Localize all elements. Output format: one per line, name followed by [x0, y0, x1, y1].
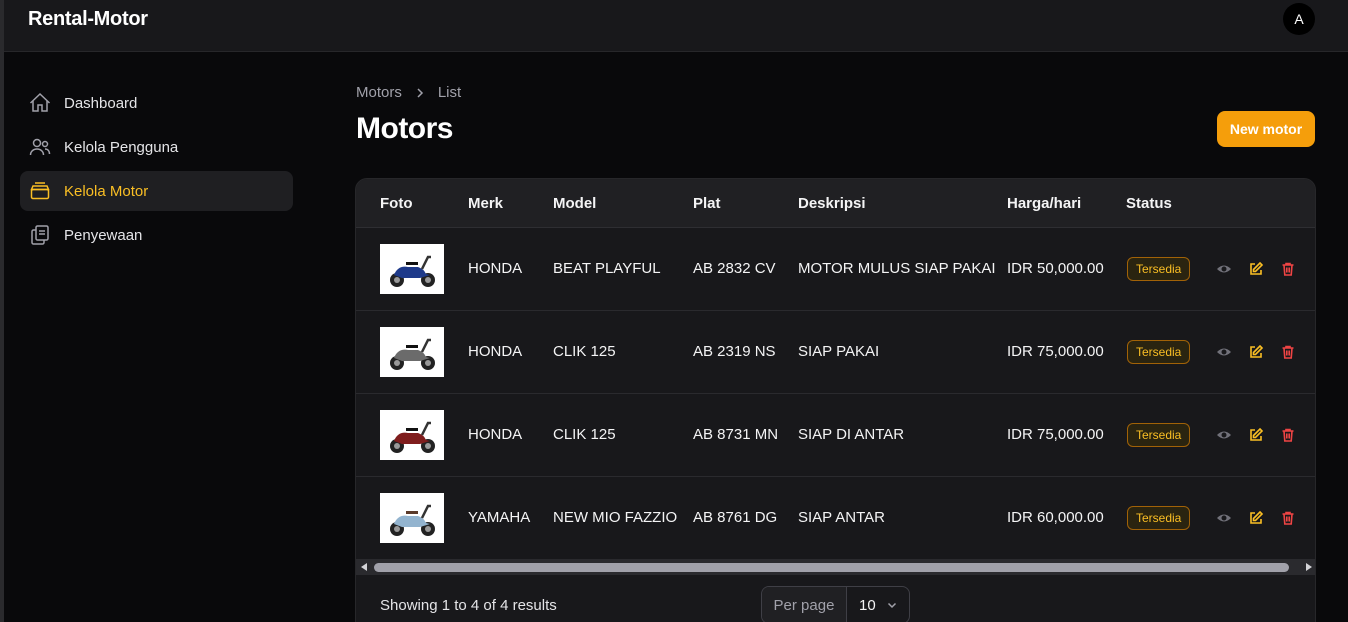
cell-deskripsi: SIAP PAKAI [798, 343, 880, 360]
column-header-harga[interactable]: Harga/hari [1007, 195, 1081, 212]
motor-photo[interactable] [380, 410, 444, 460]
horizontal-scrollbar[interactable] [356, 560, 1315, 575]
user-avatar[interactable]: A [1283, 3, 1315, 35]
table-row[interactable]: HONDA CLIK 125 AB 8731 MN SIAP DI ANTAR … [356, 394, 1315, 477]
scooter-image [390, 504, 435, 536]
status-badge: Tersedia [1127, 257, 1191, 281]
cell-harga: IDR 75,000.00 [1007, 343, 1104, 360]
delete-icon[interactable] [1280, 510, 1296, 526]
cell-merk: HONDA [468, 343, 523, 360]
sidebar-item-kelola-pengguna[interactable]: Kelola Pengguna [20, 127, 293, 167]
status-badge: Tersedia [1127, 506, 1191, 530]
per-page-label: Per page [762, 587, 847, 622]
table-row[interactable]: HONDA CLIK 125 AB 2319 NS SIAP PAKAI IDR… [356, 311, 1315, 394]
motor-photo[interactable] [380, 244, 444, 294]
cell-deskripsi: MOTOR MULUS SIAP PAKAI [798, 260, 996, 277]
cell-model: NEW MIO FAZZIO [553, 509, 678, 526]
archive-box-icon [30, 182, 50, 200]
view-icon[interactable] [1216, 261, 1232, 277]
chevron-right-icon [414, 87, 426, 99]
view-icon[interactable] [1216, 344, 1232, 360]
sidebar-item-kelola-motor[interactable]: Kelola Motor [20, 171, 293, 211]
column-header-foto: Foto [380, 195, 413, 212]
edit-icon[interactable] [1248, 261, 1264, 277]
motors-table: Foto Merk Model Plat Deskripsi Harga/har… [355, 178, 1316, 622]
cell-merk: HONDA [468, 260, 523, 277]
status-badge: Tersedia [1127, 340, 1191, 364]
sidebar-item-label: Dashboard [64, 94, 138, 112]
column-header-deskripsi[interactable]: Deskripsi [798, 195, 866, 212]
scooter-image [390, 255, 435, 287]
cell-harga: IDR 50,000.00 [1007, 260, 1104, 277]
new-motor-button[interactable]: New motor [1217, 111, 1315, 147]
edit-icon[interactable] [1248, 344, 1264, 360]
cell-model: CLIK 125 [553, 426, 616, 443]
sidebar-item-label: Kelola Motor [64, 182, 149, 200]
cell-merk: YAMAHA [468, 509, 531, 526]
breadcrumb-motors[interactable]: Motors [356, 84, 402, 101]
sidebar-item-label: Kelola Pengguna [64, 138, 179, 156]
column-header-plat[interactable]: Plat [693, 195, 721, 212]
cell-deskripsi: SIAP ANTAR [798, 509, 885, 526]
scroll-left-icon[interactable] [361, 563, 367, 571]
clipboard-icon [31, 225, 49, 245]
top-bar: Rental-Motor A [4, 0, 1348, 52]
column-header-model[interactable]: Model [553, 195, 596, 212]
table-row[interactable]: HONDA BEAT PLAYFUL AB 2832 CV MOTOR MULU… [356, 228, 1315, 311]
scooter-image [390, 338, 435, 370]
cell-deskripsi: SIAP DI ANTAR [798, 426, 905, 443]
column-header-merk[interactable]: Merk [468, 195, 503, 212]
sidebar-item-penyewaan[interactable]: Penyewaan [20, 215, 293, 255]
cell-plat: AB 2832 CV [693, 260, 776, 277]
pagination-summary: Showing 1 to 4 of 4 results [380, 597, 557, 614]
home-icon [29, 92, 51, 112]
scroll-right-icon[interactable] [1306, 563, 1312, 571]
users-icon [29, 138, 51, 156]
motor-photo[interactable] [380, 493, 444, 543]
app-brand[interactable]: Rental-Motor [28, 8, 148, 31]
motor-photo[interactable] [380, 327, 444, 377]
cell-harga: IDR 75,000.00 [1007, 426, 1104, 443]
page-title: Motors [356, 112, 454, 145]
column-header-status[interactable]: Status [1126, 195, 1172, 212]
cell-harga: IDR 60,000.00 [1007, 509, 1104, 526]
table-row[interactable]: YAMAHA NEW MIO FAZZIO AB 8761 DG SIAP AN… [356, 477, 1315, 560]
scrollbar-thumb[interactable] [374, 563, 1289, 572]
per-page-value[interactable]: 10 [847, 587, 909, 622]
sidebar-item-label: Penyewaan [64, 226, 143, 244]
sidebar: Dashboard Kelola Pengguna Kelola Motor P… [4, 52, 304, 622]
per-page-value-text: 10 [859, 596, 876, 614]
delete-icon[interactable] [1280, 261, 1296, 277]
cell-plat: AB 8761 DG [693, 509, 778, 526]
chevron-down-icon [887, 602, 896, 609]
cell-model: BEAT PLAYFUL [553, 260, 661, 277]
sidebar-item-dashboard[interactable]: Dashboard [20, 83, 293, 123]
cell-plat: AB 8731 MN [693, 426, 779, 443]
cell-plat: AB 2319 NS [693, 343, 776, 360]
delete-icon[interactable] [1280, 427, 1296, 443]
edit-icon[interactable] [1248, 427, 1264, 443]
cell-model: CLIK 125 [553, 343, 616, 360]
view-icon[interactable] [1216, 510, 1232, 526]
view-icon[interactable] [1216, 427, 1232, 443]
cell-merk: HONDA [468, 426, 523, 443]
breadcrumb: Motors List [356, 84, 461, 101]
breadcrumb-list: List [437, 84, 462, 101]
scooter-image [390, 421, 435, 453]
per-page-select[interactable]: Per page 10 [761, 586, 910, 622]
status-badge: Tersedia [1127, 423, 1191, 447]
delete-icon[interactable] [1280, 344, 1296, 360]
table-header: Foto Merk Model Plat Deskripsi Harga/har… [356, 179, 1315, 228]
edit-icon[interactable] [1248, 510, 1264, 526]
